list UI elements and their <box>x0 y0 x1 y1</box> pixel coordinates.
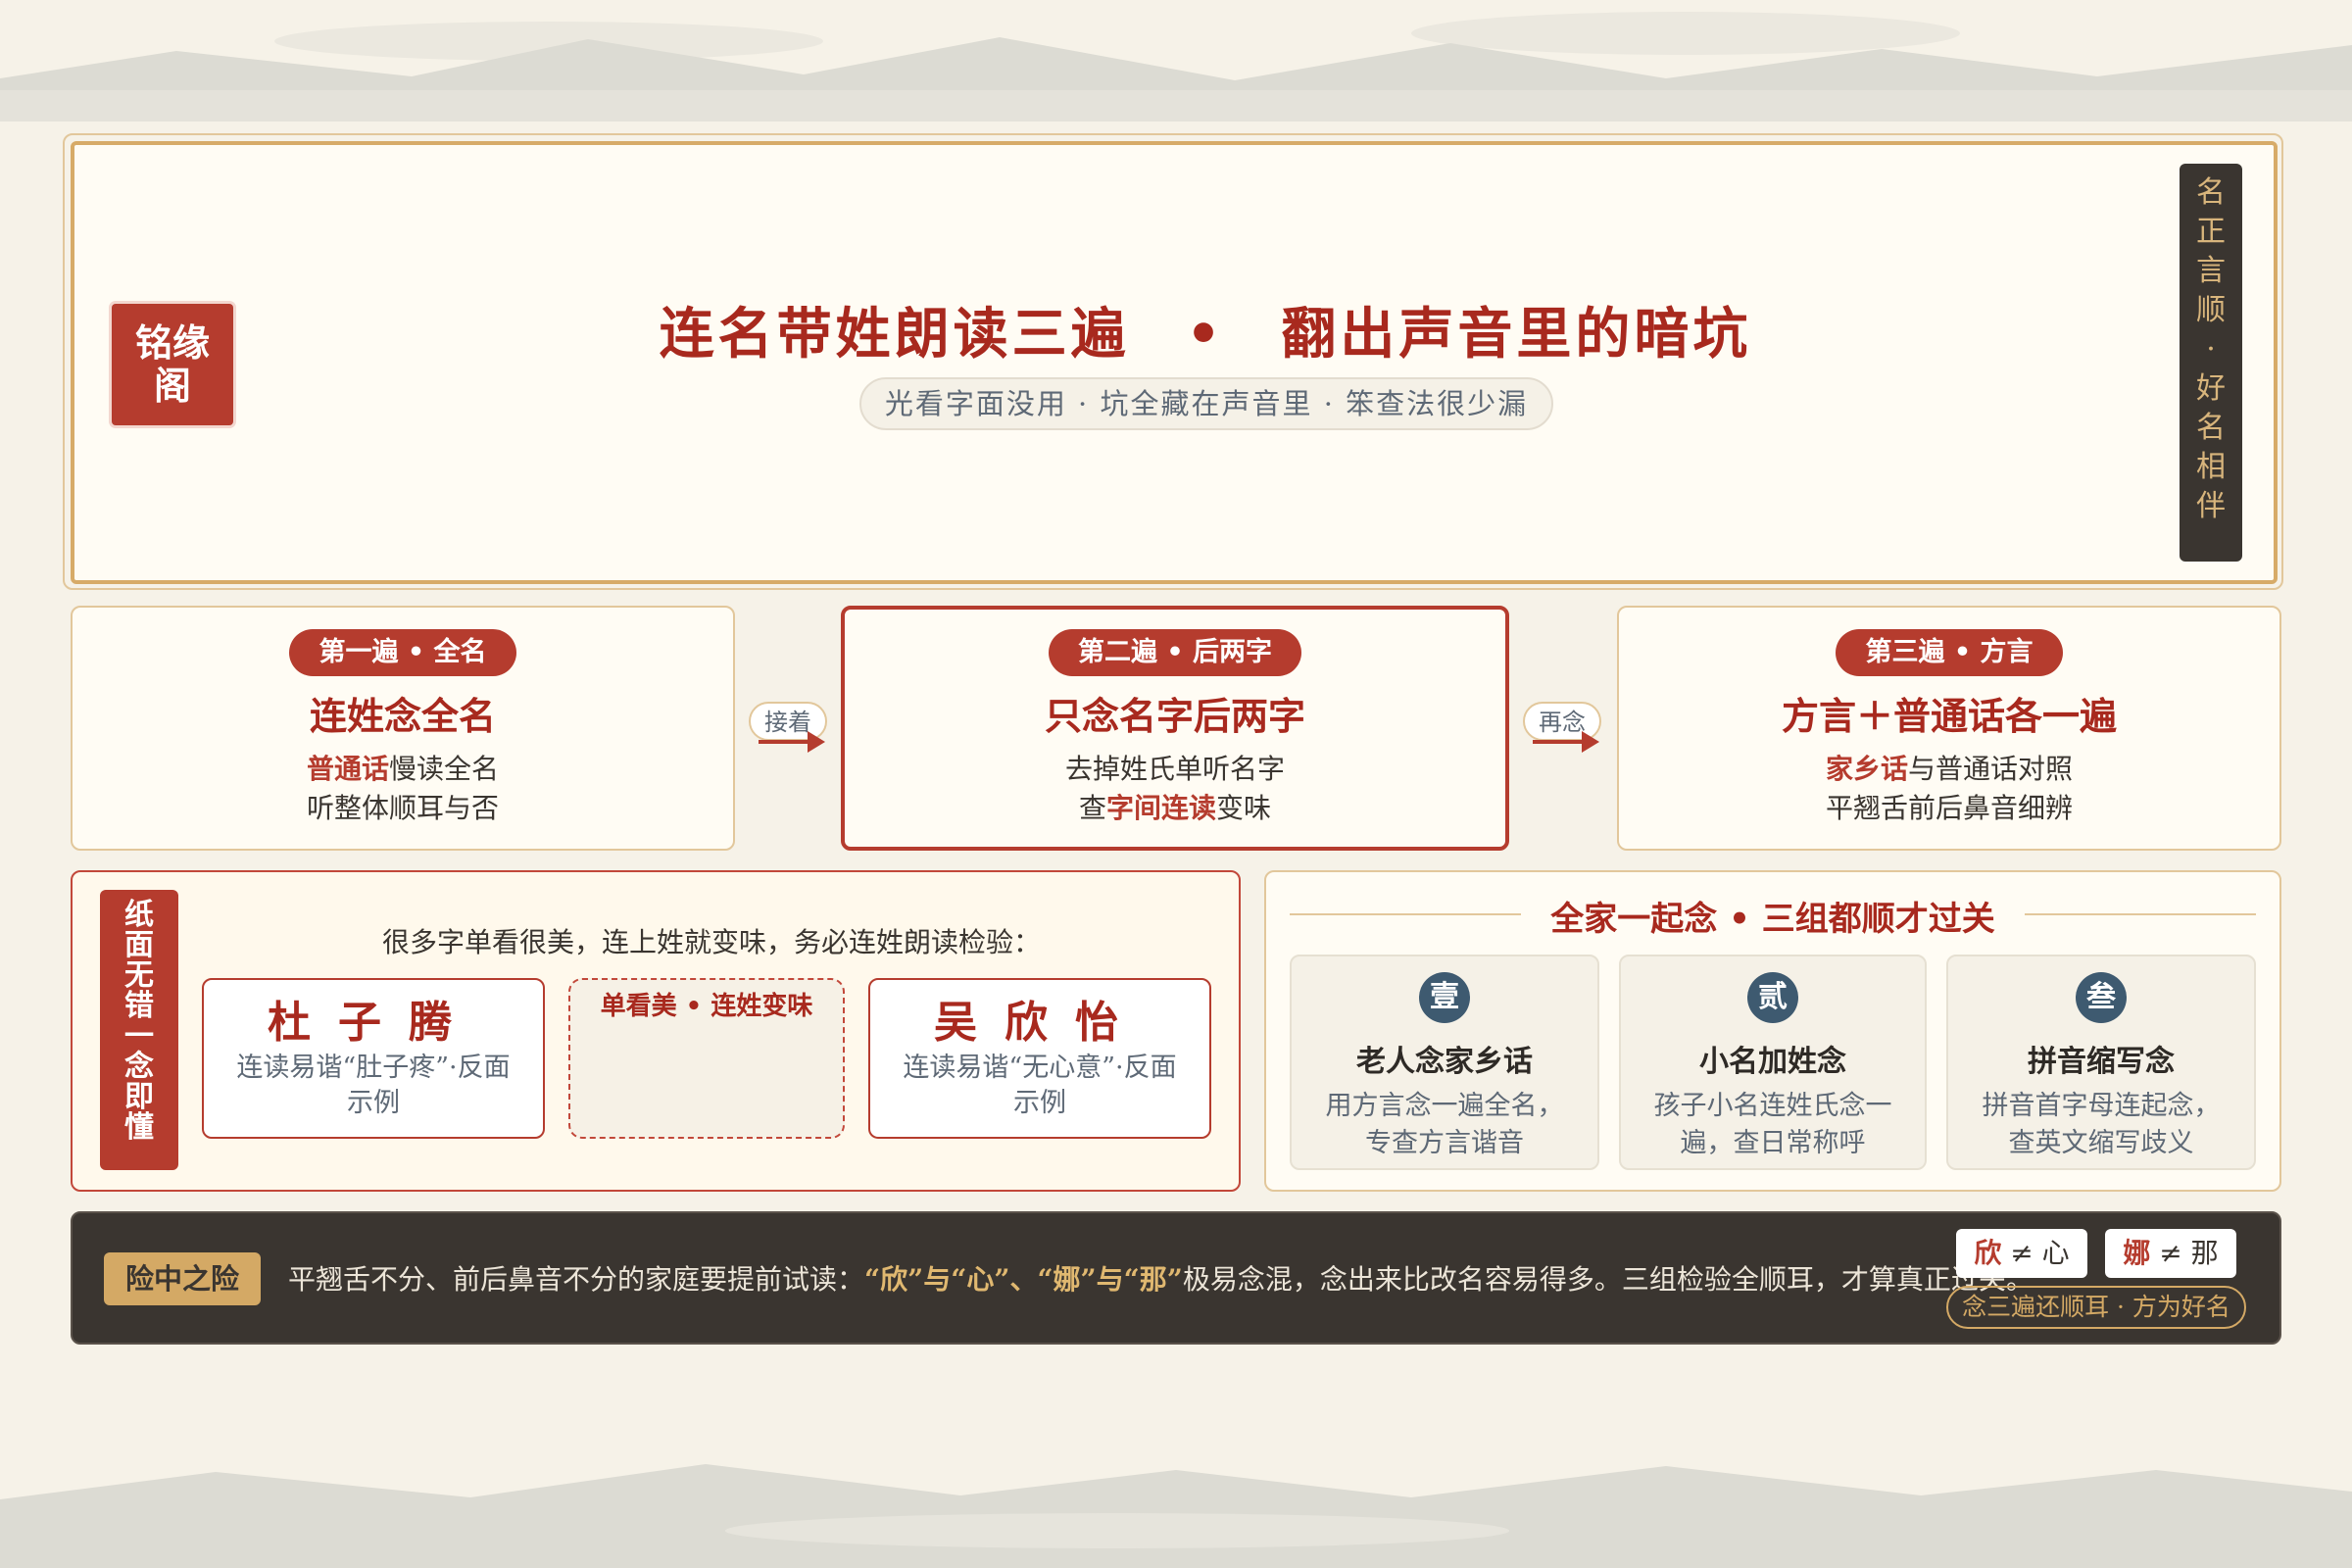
example-name: 杜子腾 <box>268 998 479 1048</box>
hero-title-part2: 翻出声音里的暗坑 <box>1281 302 1752 367</box>
mountain-decoration-bottom <box>0 1464 2352 1568</box>
paper-intro: 很多字单看很美，连上姓就变味，务必连姓朗读检验： <box>381 926 1041 958</box>
step-text: 变味 <box>1216 792 1272 824</box>
tab-char: 懂 <box>124 1110 154 1145</box>
motto-char: 伴 <box>2196 489 2226 523</box>
paper-vertical-tab: 纸 面 无 错 一 念 即 懂 <box>100 890 178 1170</box>
compare-chip-2: 娜 ≠ 那 <box>2105 1229 2236 1278</box>
step-line-2b: 查字间连读变味 <box>845 789 1505 828</box>
family-item-desc: 拼音首字母连起念，查英文缩写歧义 <box>1982 1091 2221 1158</box>
step-card-3: 第三遍 • 方言 方言＋普通话各一遍 家乡话与普通话对照 平翘舌前后鼻音细辨 <box>1617 606 2281 851</box>
family-item-1: 壹 老人念家乡话 用方言念一遍全名，专查方言谐音 <box>1290 955 1599 1170</box>
family-item-2: 贰 小名加姓念 孩子小名连姓氏念一遍，查日常称呼 <box>1619 955 1927 1170</box>
name-example-left: 杜子腾 连读易谐“肚子疼”·反面示例 <box>202 978 545 1139</box>
not-equal-icon: ≠ <box>2159 1237 2182 1269</box>
step-text: 查 <box>1078 792 1106 824</box>
tab-char: 一 <box>124 1019 154 1054</box>
number-badge: 贰 <box>1747 972 1798 1023</box>
tab-char: 面 <box>124 928 154 962</box>
mountain-decoration-top <box>0 12 2352 122</box>
step-tag-3: 第三遍 • 方言 <box>1836 629 2063 676</box>
step-text: 与普通话对照 <box>1908 753 2074 785</box>
compare-char: 娜 <box>2123 1237 2151 1269</box>
name-example-right: 吴欣怡 连读易谐“无心意”·反面示例 <box>868 978 1211 1139</box>
compare-chip-1: 欣 ≠ 心 <box>1956 1229 2087 1278</box>
footer-text-pre: 平翘舌不分、前后鼻音不分的家庭要提前试读： <box>288 1263 865 1296</box>
step-line-1b: 听整体顺耳与否 <box>306 792 499 824</box>
example-name: 吴欣怡 <box>934 998 1146 1048</box>
tab-char: 即 <box>124 1080 154 1114</box>
step-highlight: 家乡话 <box>1825 753 1908 785</box>
seal-text-2: 阁 <box>153 365 191 408</box>
hero-title-separator: • <box>1186 302 1225 367</box>
motto-char: 顺 <box>2196 293 2226 327</box>
family-item-3: 叁 拼音缩写念 拼音首字母连起念，查英文缩写歧义 <box>1946 955 2256 1170</box>
step-highlight: 普通话 <box>306 753 389 785</box>
step-line-3b: 平翘舌前后鼻音细辨 <box>1825 792 2073 824</box>
footer-text: 平翘舌不分、前后鼻音不分的家庭要提前试读：“欣”与“心”、“娜”与“那”极易念混… <box>288 1258 2034 1298</box>
arrow-right-icon <box>1533 731 1599 753</box>
arrow-right-icon <box>759 731 825 753</box>
family-item-title: 老人念家乡话 <box>1356 1045 1533 1079</box>
tab-char: 无 <box>124 958 154 993</box>
step-tag-2: 第二遍 • 后两字 <box>1048 629 1302 676</box>
middle-label-box: 单看美 • 连姓变味 <box>568 978 845 1139</box>
motto-char: 言 <box>2196 254 2226 288</box>
step-tag-1: 第一遍 • 全名 <box>289 629 516 676</box>
step-card-2: 第二遍 • 后两字 只念名字后两字 去掉姓氏单听名字 查字间连读变味 <box>841 606 1509 851</box>
step-text: 慢读全名 <box>389 753 500 785</box>
warning-badge: 险中之险 <box>104 1252 261 1305</box>
not-equal-icon: ≠ <box>2010 1237 2034 1269</box>
tab-char: 纸 <box>124 898 154 932</box>
middle-label: 单看美 • 连姓变味 <box>600 992 813 1021</box>
step-title-2: 只念名字后两字 <box>1044 695 1305 738</box>
hero-title-part1: 连名带姓朗读三遍 <box>659 302 1130 367</box>
step-title-3: 方言＋普通话各一遍 <box>1781 695 2117 738</box>
family-item-desc: 孩子小名连姓氏念一遍，查日常称呼 <box>1653 1091 1892 1158</box>
example-desc: 连读易谐“无心意”·反面示例 <box>903 1053 1177 1118</box>
number-badge: 叁 <box>2076 972 2127 1023</box>
motto-char: · <box>2206 332 2216 367</box>
motto-char: 好 <box>2196 371 2226 406</box>
side-motto-bar: 名 正 言 顺 · 好 名 相 伴 <box>2180 164 2242 562</box>
motto-char: 名 <box>2196 411 2226 445</box>
footer-text-post: 极易念混，念出来比改名容易得多。三组检验全顺耳，才算真正过关。 <box>1182 1263 2034 1296</box>
step-line-1a: 普通话慢读全名 <box>73 750 733 789</box>
number-badge: 壹 <box>1419 972 1470 1023</box>
motto-char: 名 <box>2196 175 2226 210</box>
compare-char: 那 <box>2190 1237 2219 1269</box>
tab-char: 错 <box>124 989 154 1023</box>
compare-char: 欣 <box>1974 1237 2002 1269</box>
step-title-1: 连姓念全名 <box>309 695 496 738</box>
family-title: 全家一起念 • 三组都顺才过关 <box>1550 900 1995 939</box>
step-line-3a: 家乡话与普通话对照 <box>1619 750 2279 789</box>
step-line-2a: 去掉姓氏单听名字 <box>1064 753 1285 785</box>
step-highlight: 字间连读 <box>1105 792 1216 824</box>
motto-char: 相 <box>2196 450 2226 484</box>
hero-subtitle: 光看字面没用 · 坑全藏在声音里 · 笨查法很少漏 <box>859 377 1553 430</box>
footer-text-highlight: “欣”与“心”、“娜”与“那” <box>864 1263 1183 1296</box>
motto-char: 正 <box>2196 215 2226 249</box>
hero-title: 连名带姓朗读三遍 • 翻出声音里的暗坑 <box>0 290 2352 369</box>
example-desc: 连读易谐“肚子疼”·反面示例 <box>236 1053 511 1118</box>
footer-motto: 念三遍还顺耳 · 方为好名 <box>1946 1286 2246 1329</box>
family-item-title: 小名加姓念 <box>1699 1045 1846 1079</box>
step-card-1: 第一遍 • 全名 连姓念全名 普通话慢读全名 听整体顺耳与否 <box>71 606 735 851</box>
compare-char: 心 <box>2041 1237 2070 1269</box>
family-item-desc: 用方言念一遍全名，专查方言谐音 <box>1325 1091 1564 1158</box>
family-item-title: 拼音缩写念 <box>2028 1045 2175 1079</box>
tab-char: 念 <box>124 1050 154 1084</box>
